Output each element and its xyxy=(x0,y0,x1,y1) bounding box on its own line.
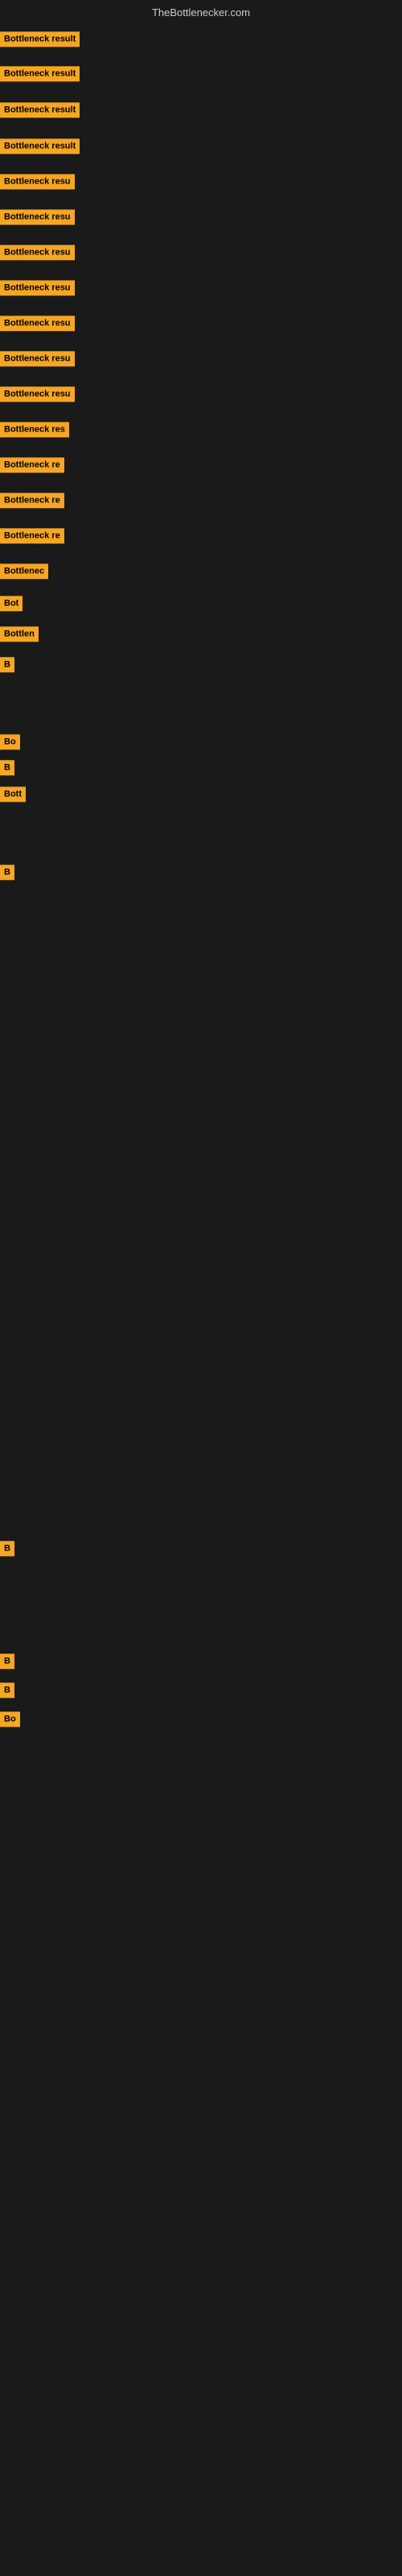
bottleneck-label-4[interactable]: Bottleneck resu xyxy=(0,174,75,189)
bottleneck-label-6[interactable]: Bottleneck resu xyxy=(0,245,75,260)
bottleneck-label-13[interactable]: Bottleneck re xyxy=(0,493,64,508)
bottleneck-label-12[interactable]: Bottleneck re xyxy=(0,457,64,473)
bottleneck-label-11[interactable]: Bottleneck res xyxy=(0,422,69,437)
rows-container: Bottleneck result Bottleneck result Bottle… xyxy=(0,22,402,2557)
bottleneck-row-21: B xyxy=(0,757,402,779)
bottleneck-row-4: Bottleneck resu xyxy=(0,164,402,200)
bottleneck-label-21[interactable]: B xyxy=(0,760,14,775)
bottleneck-label-7[interactable]: Bottleneck resu xyxy=(0,280,75,295)
bottleneck-label-14[interactable]: Bottleneck re xyxy=(0,528,64,543)
bottleneck-row-1: Bottleneck result xyxy=(0,57,402,91)
bottleneck-row-3: Bottleneck result xyxy=(0,129,402,164)
bottleneck-row-15: Bottlenec xyxy=(0,554,402,589)
bottleneck-row-5: Bottleneck resu xyxy=(0,200,402,235)
bottleneck-label-17[interactable]: Bottlen xyxy=(0,626,39,642)
bottleneck-label-16[interactable]: Bot xyxy=(0,596,23,611)
bottleneck-label-20[interactable]: Bo xyxy=(0,734,20,749)
site-title: TheBottlenecker.com xyxy=(152,6,250,19)
bottleneck-label-8[interactable]: Bottleneck resu xyxy=(0,316,75,331)
bottleneck-row-12: Bottleneck re xyxy=(0,448,402,483)
bottleneck-label-15[interactable]: Bottlenec xyxy=(0,564,48,579)
bottleneck-label-0[interactable]: Bottleneck result xyxy=(0,31,80,47)
bottleneck-row-13: Bottleneck re xyxy=(0,483,402,518)
bottleneck-row-33: B xyxy=(0,1647,402,1676)
bottleneck-row-22: Bott xyxy=(0,779,402,810)
bottleneck-row-2: Bottleneck result xyxy=(0,91,402,129)
bottleneck-row-16: Bot xyxy=(0,589,402,618)
bottleneck-row-0: Bottleneck result xyxy=(0,22,402,57)
bottleneck-row-7: Bottleneck resu xyxy=(0,270,402,306)
bottleneck-label-2[interactable]: Bottleneck result xyxy=(0,102,80,118)
bottleneck-label-35[interactable]: Bo xyxy=(0,1711,20,1727)
bottleneck-row-11: Bottleneck res xyxy=(0,412,402,448)
site-header: TheBottlenecker.com xyxy=(0,0,402,22)
bottleneck-label-34[interactable]: B xyxy=(0,1682,14,1698)
bottleneck-row-9: Bottleneck resu xyxy=(0,341,402,377)
bottleneck-label-24[interactable]: B xyxy=(0,865,14,880)
bottleneck-row-34: B xyxy=(0,1676,402,1705)
bottleneck-label-9[interactable]: Bottleneck resu xyxy=(0,351,75,366)
bottleneck-label-33[interactable]: B xyxy=(0,1653,14,1669)
bottleneck-label-18[interactable]: B xyxy=(0,657,14,672)
bottleneck-row-24: B xyxy=(0,858,402,887)
bottleneck-row-10: Bottleneck resu xyxy=(0,377,402,412)
bottleneck-label-22[interactable]: Bott xyxy=(0,786,26,802)
bottleneck-row-17: Bottlen xyxy=(0,618,402,650)
bottleneck-row-14: Bottleneck re xyxy=(0,518,402,554)
bottleneck-row-20: Bo xyxy=(0,728,402,757)
bottleneck-label-10[interactable]: Bottleneck resu xyxy=(0,386,75,402)
bottleneck-row-31: B xyxy=(0,1531,402,1567)
bottleneck-label-1[interactable]: Bottleneck result xyxy=(0,66,80,81)
bottleneck-label-31[interactable]: B xyxy=(0,1541,14,1556)
page-wrapper: TheBottlenecker.com Bottleneck resultBot… xyxy=(0,0,402,2576)
bottleneck-label-3[interactable]: Bottleneck result xyxy=(0,138,80,154)
bottleneck-row-8: Bottleneck resu xyxy=(0,306,402,341)
bottleneck-row-18: B xyxy=(0,650,402,679)
bottleneck-row-6: Bottleneck resu xyxy=(0,235,402,270)
bottleneck-row-35: Bo xyxy=(0,1705,402,1734)
bottleneck-label-5[interactable]: Bottleneck resu xyxy=(0,209,75,225)
